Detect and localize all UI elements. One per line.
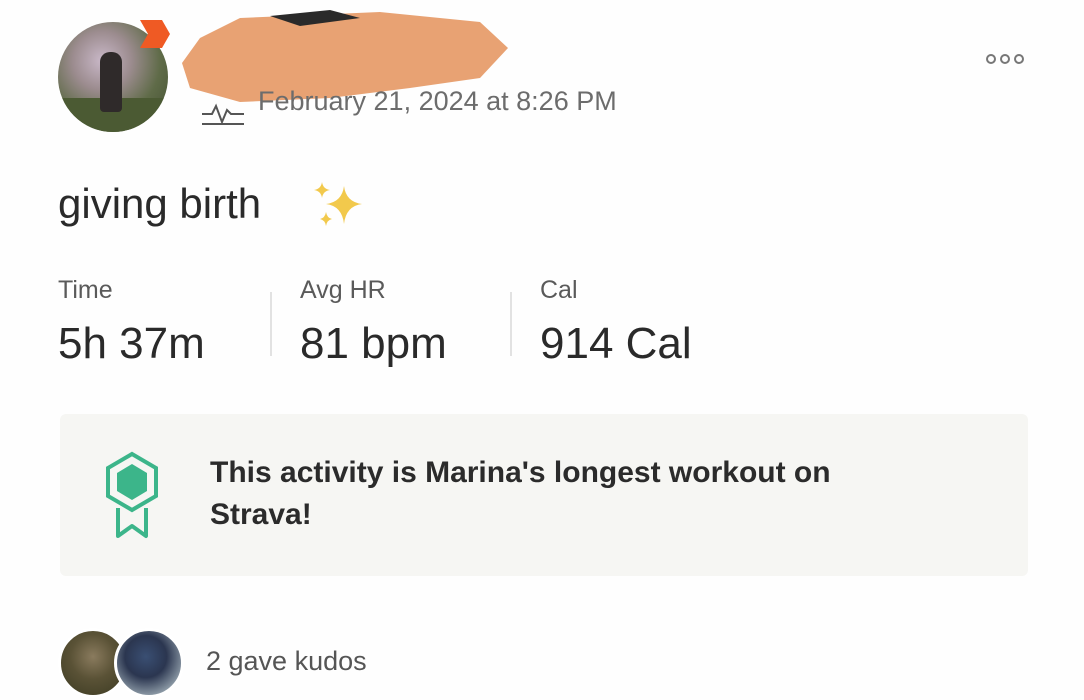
more-options-button[interactable] [980, 44, 1030, 74]
activity-card: February 21, 2024 at 8:26 PM giving birt… [0, 0, 1084, 700]
achievement-text: This activity is Marina's longest workou… [210, 456, 831, 531]
dot-icon [1000, 54, 1010, 64]
dot-icon [1014, 54, 1024, 64]
stat-time: Time 5h 37m [58, 276, 205, 369]
sparkles-icon [314, 182, 362, 226]
stat-calories: Cal 914 Cal [540, 276, 692, 369]
activity-title[interactable]: giving birth [58, 180, 261, 228]
stat-divider [270, 292, 272, 356]
subscriber-badge-icon [140, 20, 170, 48]
dot-icon [986, 54, 996, 64]
stat-time-value: 5h 37m [58, 319, 205, 368]
stat-calories-value: 914 Cal [540, 319, 692, 368]
stat-divider [510, 292, 512, 356]
kudos-count-link[interactable]: 2 gave kudos [206, 646, 367, 677]
activity-timestamp: February 21, 2024 at 8:26 PM [258, 86, 617, 116]
stat-avg-hr-label: Avg HR [300, 276, 386, 304]
workout-activity-icon [202, 103, 244, 125]
kudos-avatars[interactable] [58, 628, 188, 698]
stat-calories-label: Cal [540, 276, 578, 304]
stat-avg-hr: Avg HR 81 bpm [300, 276, 447, 369]
stat-avg-hr-value: 81 bpm [300, 319, 447, 368]
award-ribbon-icon [106, 451, 158, 538]
avatar [114, 628, 184, 698]
stat-time-label: Time [58, 276, 113, 304]
achievement-banner[interactable]: This activity is Marina's longest workou… [60, 414, 1028, 576]
